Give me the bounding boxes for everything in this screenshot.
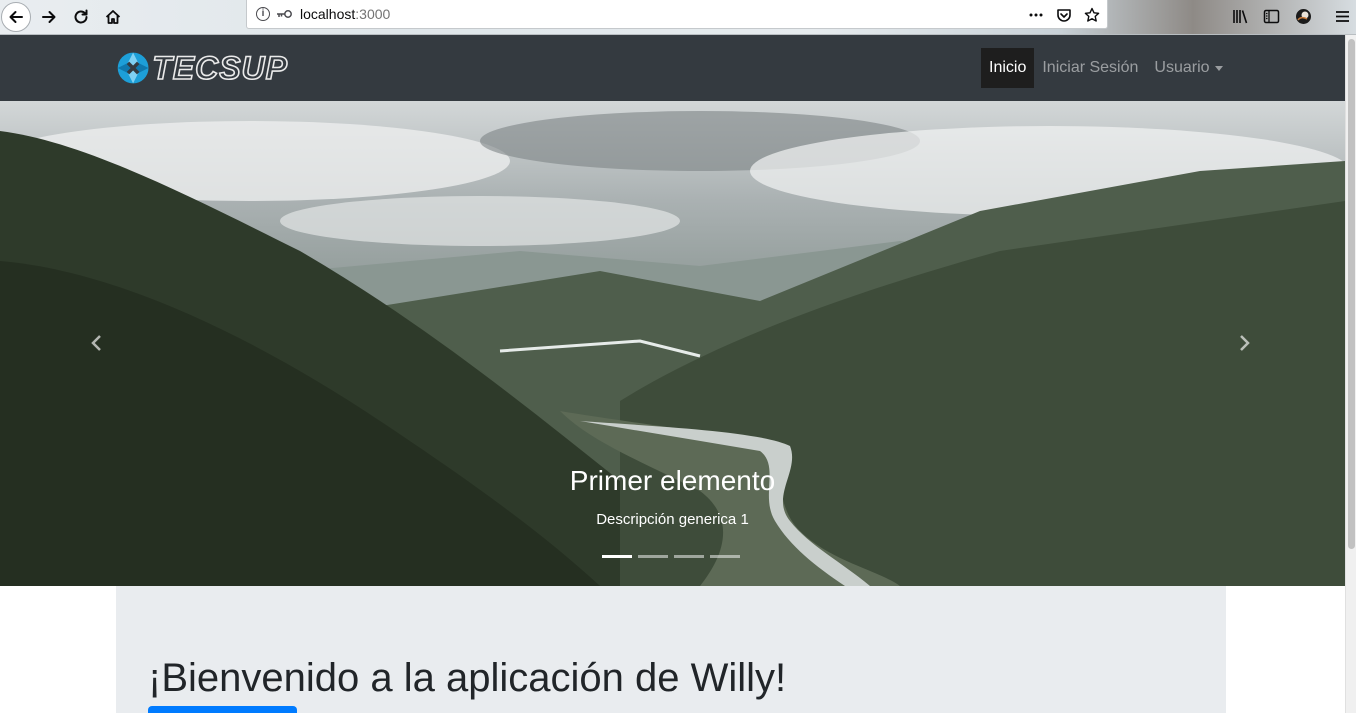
home-icon[interactable] [98, 2, 128, 32]
tecsup-logo-icon [117, 52, 149, 84]
carousel-indicator-4[interactable] [710, 555, 740, 558]
browser-window: i localhost:3000 TECSUP Inicio Iniciar S… [0, 0, 1356, 713]
carousel-prev-icon[interactable] [87, 333, 107, 353]
navbar: TECSUP Inicio Iniciar Sesión Usuario [0, 35, 1345, 101]
scrollbar-thumb[interactable] [1348, 39, 1355, 549]
forward-icon[interactable] [34, 2, 64, 32]
caret-down-icon [1214, 65, 1223, 71]
back-icon[interactable] [1, 2, 31, 32]
nav-item-iniciar-sesion[interactable]: Iniciar Sesión [1034, 48, 1146, 88]
nav-item-usuario-dropdown[interactable]: Usuario [1146, 48, 1230, 88]
page-viewport: TECSUP Inicio Iniciar Sesión Usuario Pri… [0, 35, 1345, 713]
carousel-indicator-1[interactable] [602, 555, 632, 558]
url-host: localhost [300, 6, 356, 22]
jumbotron: ¡Bienvenido a la aplicación de Willy! [116, 586, 1226, 713]
carousel-next-icon[interactable] [1234, 333, 1254, 353]
brand-name: TECSUP [151, 49, 288, 87]
url-text[interactable]: localhost:3000 [300, 6, 390, 22]
carousel-indicator-3[interactable] [674, 555, 704, 558]
address-bar[interactable]: i localhost:3000 [246, 0, 1108, 29]
carousel-indicator-2[interactable] [638, 555, 668, 558]
hamburger-menu-icon[interactable] [1331, 5, 1353, 27]
carousel-indicators [602, 555, 746, 558]
brand-logo[interactable]: TECSUP [116, 47, 288, 89]
site-info-icon[interactable]: i [256, 7, 270, 21]
primary-button[interactable] [148, 706, 297, 713]
key-icon[interactable] [276, 9, 292, 19]
jumbotron-title: ¡Bienvenido a la aplicación de Willy! [148, 656, 787, 700]
carousel: Primer elemento Descripción generica 1 [0, 101, 1345, 586]
page-actions-icon[interactable] [1025, 4, 1047, 26]
bookmark-star-icon[interactable] [1081, 4, 1103, 26]
browser-toolbar: i localhost:3000 [0, 0, 1356, 35]
pocket-icon[interactable] [1053, 4, 1075, 26]
carousel-caption-title: Primer elemento [569, 465, 776, 496]
vertical-scrollbar[interactable] [1345, 35, 1356, 713]
nav-menu: Inicio Iniciar Sesión Usuario [981, 48, 1231, 88]
url-port: :3000 [355, 6, 391, 22]
reload-icon[interactable] [66, 2, 96, 32]
carousel-caption-description: Descripción generica 1 [596, 511, 749, 528]
sidebar-toggle-icon[interactable] [1260, 5, 1282, 27]
nav-item-usuario-label: Usuario [1154, 59, 1210, 76]
nav-item-inicio[interactable]: Inicio [981, 48, 1035, 88]
library-icon[interactable] [1229, 5, 1251, 27]
account-avatar-icon[interactable] [1292, 5, 1314, 27]
